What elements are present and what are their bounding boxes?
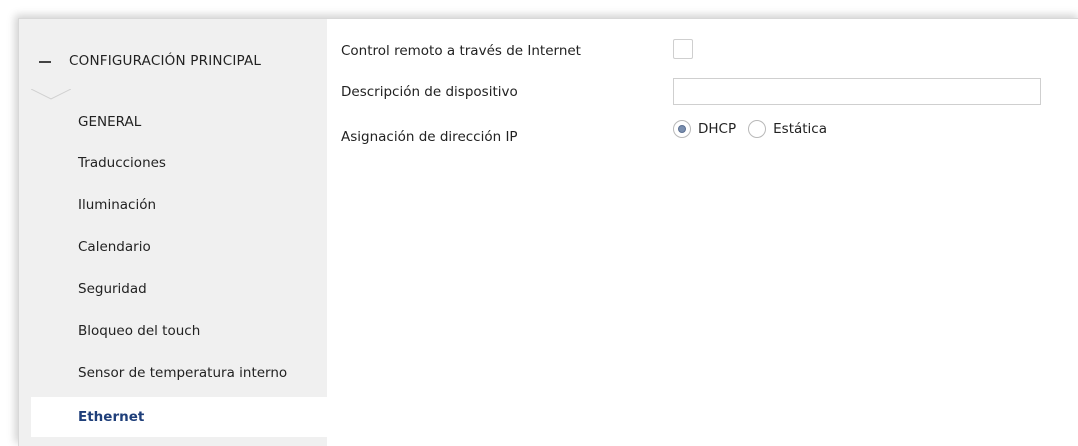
sidebar-item-bloqueo-touch[interactable]: Bloqueo del touch [31,311,327,351]
sidebar-item-label: Sensor de temperatura interno [78,365,288,381]
static-radio[interactable] [748,120,767,138]
sidebar-item-label: Iluminación [78,197,157,213]
sidebar-item-ethernet[interactable]: Ethernet [31,397,327,437]
sidebar-item-label: Calendario [78,239,151,255]
sidebar-item-calendario[interactable]: Calendario [31,227,327,267]
sidebar-section-header[interactable]: CONFIGURACIÓN PRINCIPAL [19,19,327,91]
sidebar-item-label: Bloqueo del touch [78,323,201,339]
ip-assignment-label: Asignación de dirección IP [341,129,518,145]
device-description-input[interactable] [673,78,1041,105]
device-description-label: Descripción de dispositivo [341,84,518,100]
sidebar-item-seguridad[interactable]: Seguridad [31,269,327,309]
sidebar-item-label: Ethernet [78,409,145,425]
collapse-minus-icon[interactable] [39,61,51,63]
static-radio-label[interactable]: Estática [773,121,827,137]
sidebar-item-label: Seguridad [78,281,147,297]
sidebar-item-traducciones[interactable]: Traducciones [31,143,327,183]
sidebar-item-iluminacion[interactable]: Iluminación [31,185,327,225]
sidebar-item-general[interactable]: GENERAL [31,102,327,142]
ip-assignment-radio-group: DHCP Estática [673,120,839,138]
dhcp-radio[interactable] [673,120,691,138]
content-panel: Control remoto a través de Internet Desc… [327,19,1078,446]
section-title: CONFIGURACIÓN PRINCIPAL [69,53,262,69]
ethernet-config-window: CONFIGURACIÓN PRINCIPAL GENERAL Traducci… [18,18,1078,446]
dhcp-radio-label[interactable]: DHCP [698,121,736,137]
section-notch-icon [31,89,71,100]
remote-control-checkbox[interactable] [673,39,693,59]
sidebar-item-sensor-temperatura[interactable]: Sensor de temperatura interno [31,353,327,393]
sidebar-item-label: Traducciones [78,155,166,171]
sidebar: CONFIGURACIÓN PRINCIPAL GENERAL Traducci… [19,19,327,446]
remote-control-label: Control remoto a través de Internet [341,43,581,59]
sidebar-item-label: GENERAL [78,114,142,130]
